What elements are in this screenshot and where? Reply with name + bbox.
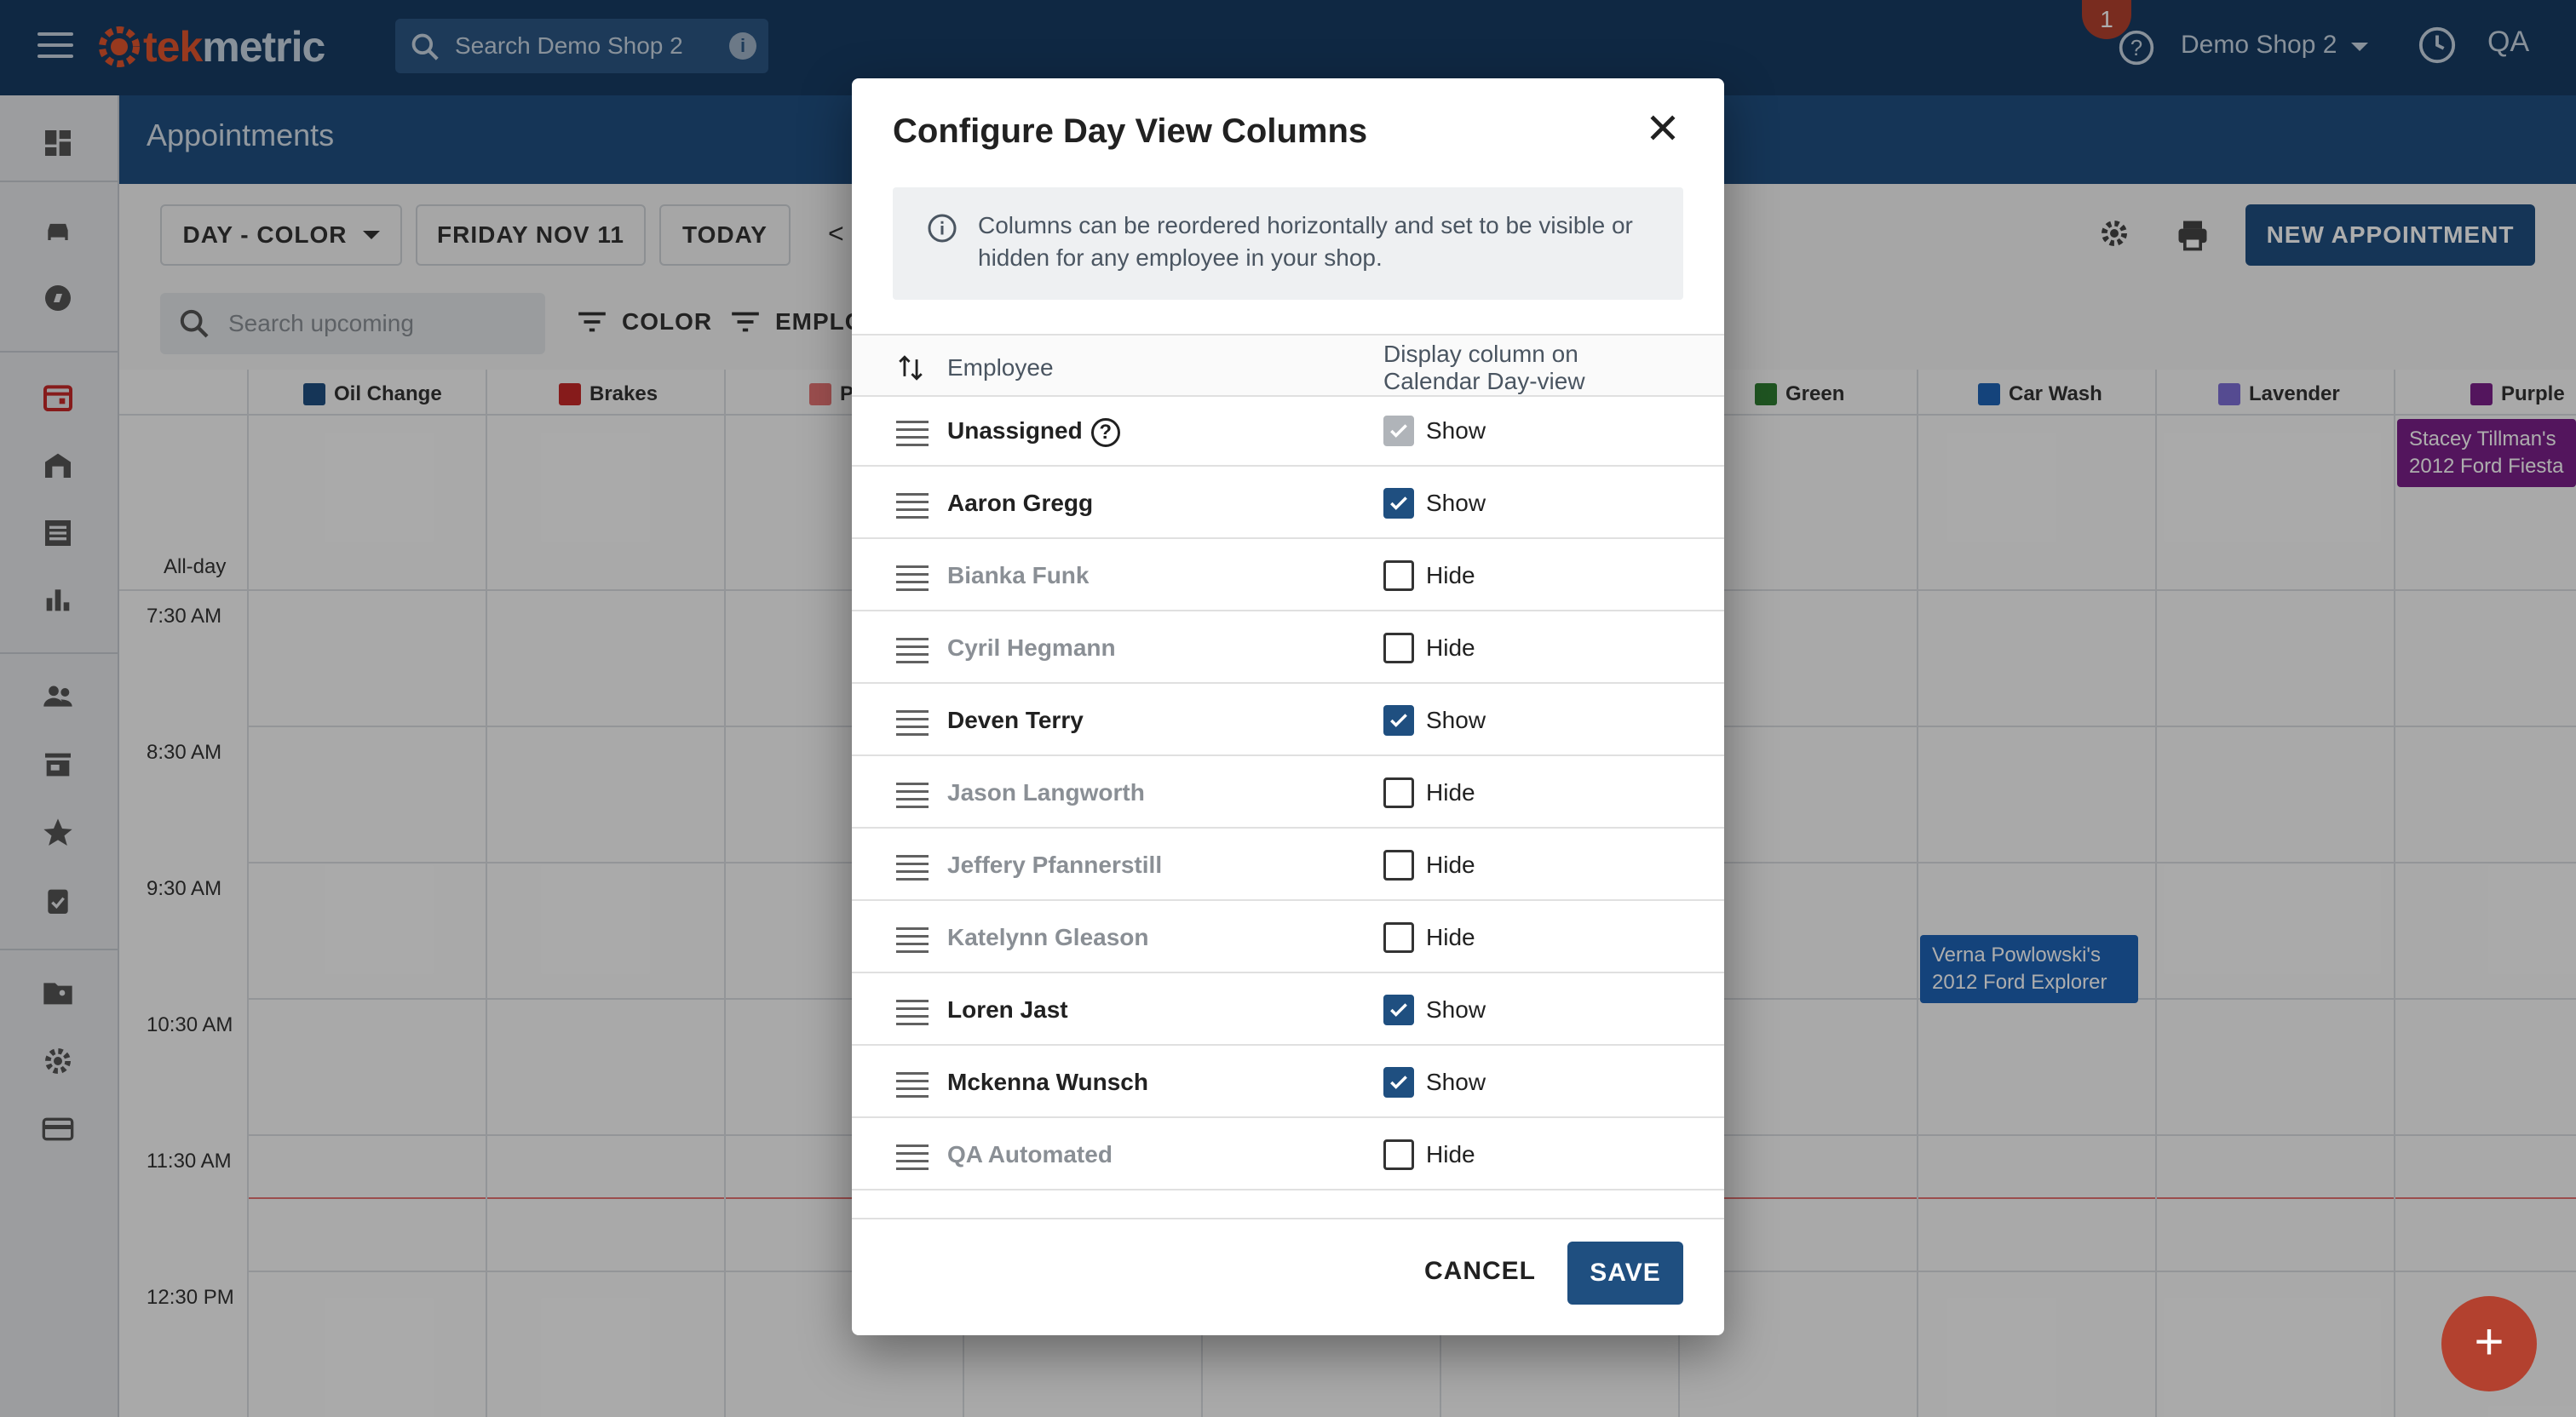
drag-handle-icon[interactable]	[896, 927, 929, 958]
employee-name: Deven Terry	[947, 707, 1084, 733]
employee-row[interactable]: Unassigned? Show	[852, 397, 1724, 467]
employee-name: QA Automated	[947, 1141, 1113, 1167]
table-header: Employee Display column on Calendar Day-v…	[852, 334, 1724, 397]
info-text: Columns can be reordered horizontally an…	[978, 212, 1633, 271]
help-icon[interactable]: ?	[1090, 417, 1120, 447]
info-icon	[928, 214, 957, 243]
visibility-checkbox[interactable]	[1383, 850, 1414, 881]
employee-column-header: Employee	[947, 354, 1054, 381]
visibility-state-label: Show	[1426, 417, 1486, 444]
employee-row[interactable]: Cyril Hegmann Hide	[852, 614, 1724, 684]
check-icon	[1390, 1003, 1407, 1017]
visibility-checkbox[interactable]	[1383, 705, 1414, 736]
visibility-state-label: Hide	[1426, 852, 1475, 878]
visibility-checkbox[interactable]	[1383, 488, 1414, 519]
visibility-state-label: Show	[1426, 1069, 1486, 1095]
visibility-checkbox[interactable]	[1383, 560, 1414, 591]
employee-name: Cyril Hegmann	[947, 634, 1116, 661]
employee-name: Loren Jast	[947, 996, 1068, 1023]
visibility-checkbox[interactable]	[1383, 1067, 1414, 1098]
configure-columns-dialog: Configure Day View Columns Columns can b…	[852, 78, 1724, 1335]
visibility-state-label: Hide	[1426, 924, 1475, 950]
display-column-header: Display column on Calendar Day-view	[1383, 341, 1585, 395]
drag-handle-icon[interactable]	[896, 855, 929, 886]
visibility-state-label: Hide	[1426, 779, 1475, 806]
visibility-checkbox[interactable]	[1383, 777, 1414, 808]
employee-row[interactable]: Jason Langworth Hide	[852, 759, 1724, 829]
visibility-checkbox[interactable]	[1383, 922, 1414, 953]
employee-name: Mckenna Wunsch	[947, 1069, 1148, 1095]
employee-row[interactable]: Loren Jast Show	[852, 976, 1724, 1046]
employee-name: Katelynn Gleason	[947, 924, 1149, 950]
visibility-state-label: Show	[1426, 490, 1486, 516]
employee-row[interactable]: Katelynn Gleason Hide	[852, 904, 1724, 973]
sort-icon[interactable]	[896, 353, 925, 383]
employee-row[interactable]: QA Automated Hide	[852, 1121, 1724, 1190]
drag-handle-icon[interactable]	[896, 1144, 929, 1175]
visibility-state-label: Show	[1426, 707, 1486, 733]
add-fab-button[interactable]: +	[2441, 1296, 2537, 1391]
employee-name: Jeffery Pfannerstill	[947, 852, 1163, 878]
save-button[interactable]: SAVE	[1567, 1242, 1683, 1305]
display-header-line2: Calendar Day-view	[1383, 368, 1585, 394]
visibility-checkbox[interactable]	[1383, 1139, 1414, 1170]
drag-handle-icon[interactable]	[896, 421, 929, 451]
dialog-footer: CANCEL SAVE	[852, 1218, 1724, 1335]
drag-handle-icon[interactable]	[896, 783, 929, 813]
employee-name: Aaron Gregg	[947, 490, 1094, 516]
employee-row[interactable]: Aaron Gregg Show	[852, 469, 1724, 539]
close-icon[interactable]	[1644, 109, 1682, 146]
employee-row[interactable]: Bianka Funk Hide	[852, 542, 1724, 611]
drag-handle-icon[interactable]	[896, 493, 929, 524]
dialog-title: Configure Day View Columns	[893, 112, 1368, 150]
employee-row[interactable]: QA UserHide	[852, 1193, 1724, 1211]
visibility-checkbox[interactable]	[1383, 995, 1414, 1025]
employee-row[interactable]: Deven Terry Show	[852, 686, 1724, 756]
drag-handle-icon[interactable]	[896, 1072, 929, 1103]
drag-handle-icon[interactable]	[896, 638, 929, 668]
info-banner: Columns can be reordered horizontally an…	[893, 187, 1683, 300]
employee-row[interactable]: Jeffery Pfannerstill Hide	[852, 831, 1724, 901]
employee-list: Unassigned? Show Aaron Gregg Show Bianka Fun…	[852, 397, 1724, 1211]
employee-name: Bianka Funk	[947, 562, 1090, 588]
employee-row[interactable]: Mckenna Wunsch Show	[852, 1048, 1724, 1118]
visibility-state-label: Hide	[1426, 634, 1475, 661]
visibility-state-label: Hide	[1426, 562, 1475, 588]
employee-name: Unassigned?	[947, 417, 1120, 447]
check-icon	[1390, 496, 1407, 510]
visibility-state-label: Show	[1426, 996, 1486, 1023]
drag-handle-icon[interactable]	[896, 565, 929, 596]
display-header-line1: Display column on	[1383, 341, 1578, 367]
check-icon	[1390, 424, 1407, 438]
visibility-state-label: Hide	[1426, 1141, 1475, 1167]
check-icon	[1390, 714, 1407, 727]
employee-name: Jason Langworth	[947, 779, 1145, 806]
check-icon	[1390, 1076, 1407, 1089]
drag-handle-icon[interactable]	[896, 1000, 929, 1030]
visibility-checkbox[interactable]	[1383, 633, 1414, 663]
drag-handle-icon[interactable]	[896, 710, 929, 741]
visibility-checkbox	[1383, 416, 1414, 446]
cancel-button[interactable]: CANCEL	[1424, 1257, 1536, 1286]
